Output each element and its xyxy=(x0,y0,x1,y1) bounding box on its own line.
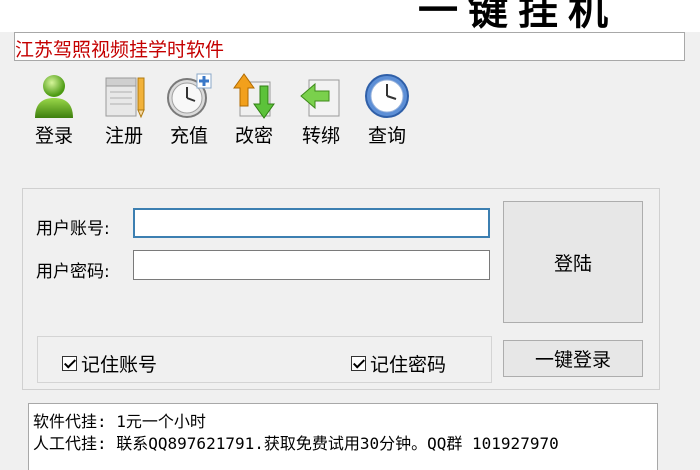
remember-account-label: 记住账号 xyxy=(81,354,158,376)
info-line-software: 软件代挂: 1元一个小时 xyxy=(33,412,206,431)
toolbar: 登录 注册 充值 改密 转绑 查询 xyxy=(24,68,424,152)
toolbar-change-password-label: 改密 xyxy=(234,125,273,147)
remember-account-checkbox[interactable]: 记住账号 xyxy=(62,350,157,377)
app-title: 一键挂机 xyxy=(418,0,618,32)
account-label: 用户账号: xyxy=(36,219,110,239)
title-banner: 一键挂机 xyxy=(0,0,700,32)
remember-options: 记住账号 记住密码 xyxy=(37,336,492,383)
password-input[interactable] xyxy=(133,250,490,280)
clock-icon xyxy=(365,74,409,118)
info-box: 软件代挂: 1元一个小时 人工代挂: 联系QQ897621791.获取免费试用3… xyxy=(28,403,658,470)
toolbar-query-button[interactable]: 查询 xyxy=(357,68,417,152)
checkbox-checked-icon xyxy=(62,356,77,371)
toolbar-register-button[interactable]: 注册 xyxy=(94,68,154,152)
notepad-pencil-icon xyxy=(105,77,145,119)
arrows-updown-icon xyxy=(233,73,275,119)
password-label: 用户密码: xyxy=(36,262,110,282)
subtitle-text: 江苏驾照视频挂学时软件 xyxy=(15,39,225,61)
toolbar-recharge-label: 充值 xyxy=(169,125,208,147)
clock-plus-icon xyxy=(167,73,212,118)
login-button[interactable]: 登陆 xyxy=(503,201,643,323)
toolbar-login-button[interactable]: 登录 xyxy=(24,68,84,152)
user-icon xyxy=(35,75,73,118)
account-input[interactable] xyxy=(133,208,490,238)
toolbar-register-label: 注册 xyxy=(104,125,143,147)
info-line-manual: 人工代挂: 联系QQ897621791.获取免费试用30分钟。QQ群 10192… xyxy=(33,434,559,453)
toolbar-query-label: 查询 xyxy=(367,125,406,147)
arrow-left-page-icon xyxy=(300,79,340,117)
toolbar-recharge-button[interactable]: 充值 xyxy=(159,68,219,152)
toolbar-change-password-button[interactable]: 改密 xyxy=(224,68,284,152)
onekey-login-button[interactable]: 一键登录 xyxy=(503,340,643,377)
checkbox-checked-icon xyxy=(351,356,366,371)
remember-password-label: 记住密码 xyxy=(370,354,447,376)
toolbar-transfer-button[interactable]: 转绑 xyxy=(291,68,351,152)
remember-password-checkbox[interactable]: 记住密码 xyxy=(351,350,446,377)
toolbar-transfer-label: 转绑 xyxy=(301,125,340,147)
subtitle-box: 江苏驾照视频挂学时软件 xyxy=(14,32,685,61)
toolbar-login-label: 登录 xyxy=(34,125,73,147)
